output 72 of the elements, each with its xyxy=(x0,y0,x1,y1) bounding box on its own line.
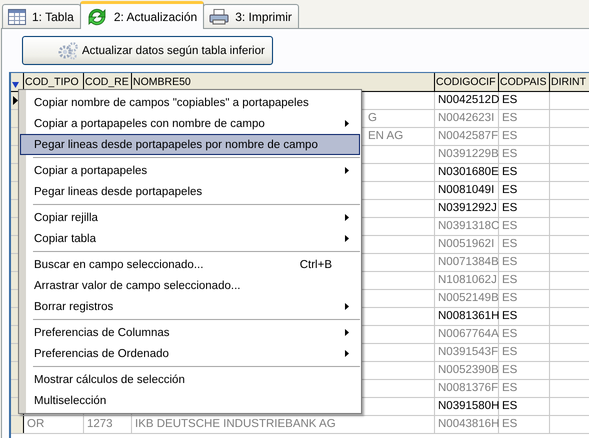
table-cell: ES xyxy=(502,148,518,160)
table-cell: N0081049I xyxy=(438,184,494,196)
table-cell: ES xyxy=(502,274,518,286)
table-cell: IKB DEUTSCHE INDUSTRIEBANK AG xyxy=(135,418,336,430)
table-cell: 1273 xyxy=(87,418,113,430)
table-cell: ES xyxy=(502,382,518,394)
table-cell: N0052149B xyxy=(438,292,499,304)
column-header[interactable]: CODPAIS xyxy=(499,73,550,91)
table-cell: ES xyxy=(502,292,518,304)
table-cell: N0043816H xyxy=(438,418,500,430)
menu-item[interactable]: Preferencias de Ordenado xyxy=(20,343,360,364)
table-cell: N0042587F xyxy=(438,130,498,142)
table-cell: N0071384B xyxy=(438,256,499,268)
menu-item[interactable]: Buscar en campo seleccionado... Ctrl+B xyxy=(20,254,360,275)
table-cell: OR xyxy=(27,418,44,430)
tab[interactable]: 1: Tabla xyxy=(2,4,81,28)
menu-item[interactable]: Mostrar cálculos de selección xyxy=(20,369,360,390)
table-cell: ES xyxy=(502,220,518,232)
table-cell: ES xyxy=(502,418,518,430)
menu-item[interactable]: Copiar a portapapeles con nombre de campo xyxy=(20,113,360,134)
shortcut-label: Ctrl+B xyxy=(300,258,332,270)
table-cell: N0042623I xyxy=(438,112,494,124)
menu-item[interactable]: Preferencias de Columnas xyxy=(20,322,360,343)
table-cell: N0391543F xyxy=(438,346,498,358)
row-pointer-icon xyxy=(13,96,18,105)
table-cell: ES xyxy=(502,238,518,250)
table-cell: N0301680E xyxy=(438,166,499,178)
menu-item[interactable]: Pegar lineas desde portapapeles xyxy=(20,181,360,202)
table-cell: EN AG xyxy=(368,130,404,142)
menu-item[interactable]: Multiselección xyxy=(20,390,360,411)
table-cell: ES xyxy=(502,184,518,196)
table-cell: N0042512D xyxy=(438,94,500,106)
table-cell: N0081376F xyxy=(438,382,498,394)
menu-item[interactable]: Borrar registros xyxy=(20,296,360,317)
table-cell: ES xyxy=(502,328,518,340)
table-cell: N0052390B xyxy=(438,364,499,376)
table-cell: G xyxy=(368,112,377,124)
refresh-icon xyxy=(86,6,108,26)
table-cell: N0391318C xyxy=(438,220,500,232)
menu-item[interactable]: Copiar nombre de campos "copiables" a portapapeles xyxy=(20,92,360,113)
row-header[interactable] xyxy=(11,416,24,433)
menu-item[interactable]: Copiar rejilla xyxy=(20,207,360,228)
table-cell: ES xyxy=(502,112,518,124)
table-cell: ES xyxy=(502,130,518,142)
menu-item[interactable]: Pegar lineas desde portapapeles por nombre de campo xyxy=(20,134,360,155)
table-cell: N0391229B xyxy=(438,148,499,160)
table-cell: ES xyxy=(502,400,518,412)
table-cell: ES xyxy=(502,256,518,268)
column-header[interactable]: DIRINT xyxy=(550,73,589,91)
table-cell: N0391292J xyxy=(438,202,497,214)
table-cell: ES xyxy=(502,94,518,106)
table-cell: N0081361H xyxy=(438,310,500,322)
tab[interactable]: 2: Actualización xyxy=(80,1,204,29)
table-cell: N0391580H xyxy=(438,400,500,412)
column-header[interactable]: CODIGOCIF xyxy=(435,73,499,91)
table-cell: ES xyxy=(502,364,518,376)
menu-item[interactable]: Copiar tabla xyxy=(20,228,360,249)
menu-item[interactable]: Copiar a portapapeles xyxy=(20,160,360,181)
table-icon xyxy=(8,8,26,24)
table-cell: N0051962I xyxy=(438,238,494,250)
table-cell: ES xyxy=(502,310,518,322)
printer-icon xyxy=(209,8,230,24)
tab[interactable]: 3: Imprimir xyxy=(203,4,299,28)
dropdown-arrow-icon[interactable] xyxy=(12,82,19,88)
table-cell: ES xyxy=(502,166,518,178)
table-cell: ES xyxy=(502,346,518,358)
update-button[interactable]: Actualizar datos según tabla inferior xyxy=(22,36,273,65)
table-cell: N0067764A xyxy=(438,328,499,340)
menu-item[interactable]: Arrastrar valor de campo seleccionado... xyxy=(20,275,360,296)
gears-icon xyxy=(57,40,79,60)
table-cell: ES xyxy=(502,202,518,214)
table-cell: N1081062J xyxy=(438,274,497,286)
